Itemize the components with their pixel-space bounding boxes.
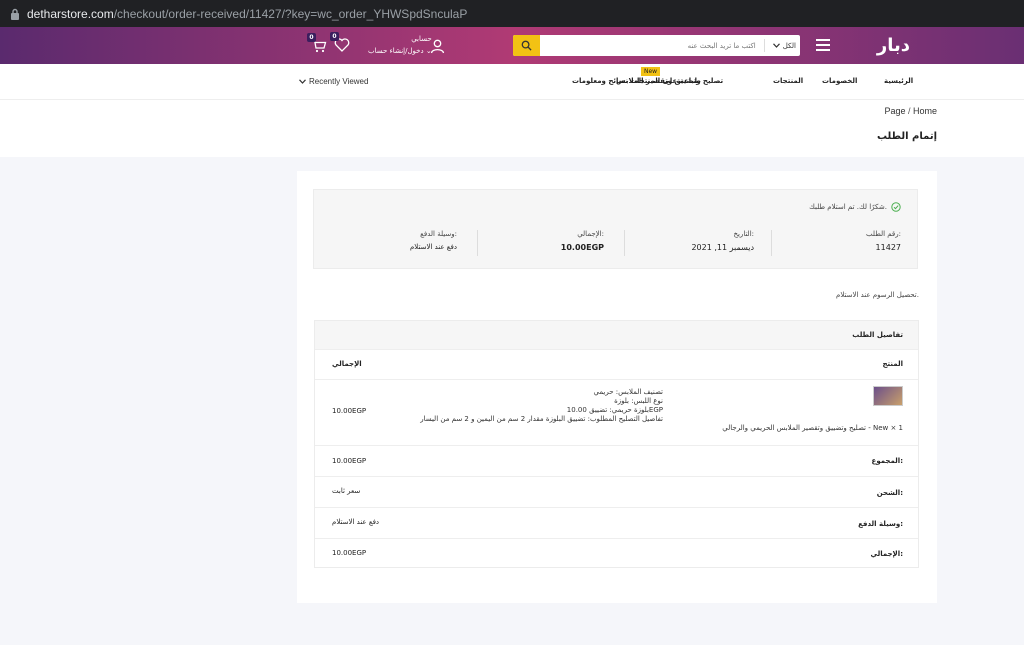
wishlist-button[interactable]: 0 bbox=[330, 32, 350, 56]
shipping-value: سعر ثابت bbox=[332, 487, 361, 495]
nav-item-printing[interactable]: طباعة على المنتجات bbox=[630, 77, 701, 85]
wishlist-count-badge: 0 bbox=[330, 32, 339, 41]
order-date: التاريخ: ديسمبر 11, 2021 bbox=[691, 230, 754, 252]
chevron-down-icon bbox=[772, 43, 780, 48]
product-line-total: 10.00EGP bbox=[332, 407, 367, 415]
shipping-label: الشحن: bbox=[876, 489, 903, 497]
search-bar: الكل bbox=[513, 35, 800, 56]
url-text: detharstore.com/checkout/order-received/… bbox=[27, 6, 468, 21]
grand-total-value: 10.00EGP bbox=[332, 549, 367, 557]
grand-total-label: الإجمالي: bbox=[870, 550, 903, 558]
search-input[interactable] bbox=[540, 35, 764, 56]
nav-item-home[interactable]: الرئيسية bbox=[884, 77, 913, 85]
thanks-message: شكرًا لك. تم استلام طلبك. bbox=[809, 202, 901, 212]
breadcrumb-home[interactable]: Home bbox=[913, 106, 937, 116]
order-details-heading: تفاصيل الطلب bbox=[315, 321, 918, 349]
site-logo[interactable]: دبار bbox=[877, 35, 910, 56]
site-header: دبار الكل حسابي دخول/إنشاء حساب ⌄ 0 bbox=[0, 27, 1024, 64]
column-header-total: الإجمالي bbox=[332, 360, 362, 368]
payment-note: تحصيل الرسوم عند الاستلام. bbox=[835, 291, 919, 299]
browser-url-bar[interactable]: detharstore.com/checkout/order-received/… bbox=[0, 0, 1024, 27]
order-received-card: شكرًا لك. تم استلام طلبك. رقم الطلب: 1142… bbox=[297, 171, 937, 603]
payment-label: وسيلة الدفع: bbox=[858, 520, 903, 528]
order-summary: شكرًا لك. تم استلام طلبك. رقم الطلب: 1142… bbox=[313, 189, 918, 269]
subtotal-row: المجموع: 10.00EGP bbox=[315, 445, 918, 476]
product-name-link[interactable]: تصليح وتضييق وتقصير الملابس الحريمي والر… bbox=[722, 424, 903, 432]
order-details-table: تفاصيل الطلب المنتج الإجمالي تصليح وتضيي… bbox=[314, 320, 919, 568]
search-button[interactable] bbox=[513, 35, 540, 56]
table-row: تصليح وتضييق وتقصير الملابس الحريمي والر… bbox=[315, 379, 918, 445]
nav-item-discounts[interactable]: الخصومات bbox=[822, 77, 857, 85]
divider bbox=[771, 230, 772, 256]
table-header-row: المنتج الإجمالي bbox=[315, 349, 918, 379]
page-header: Page / Home إتمام الطلب bbox=[0, 100, 1024, 157]
cart-count-badge: 0 bbox=[307, 33, 316, 42]
product-meta: تصنيف الملابس: حريمي نوع اللبس: بلوزة بل… bbox=[420, 388, 663, 423]
nav-item-tips[interactable]: نصائح ومعلومات bbox=[572, 77, 628, 85]
product-thumbnail[interactable] bbox=[873, 386, 903, 406]
lock-icon bbox=[11, 8, 19, 20]
breadcrumb: Page / Home bbox=[884, 106, 937, 116]
order-number: رقم الطلب: 11427 bbox=[866, 230, 901, 252]
hamburger-menu-icon[interactable] bbox=[816, 39, 830, 51]
chevron-down-icon bbox=[299, 79, 306, 84]
main-nav: الرئيسية الخصومات المنتجات تصليح وتضييق … bbox=[0, 64, 1024, 100]
user-icon[interactable] bbox=[430, 39, 445, 54]
divider bbox=[624, 230, 625, 256]
recently-viewed-dropdown[interactable]: Recently Viewed bbox=[299, 77, 368, 86]
column-header-product: المنتج bbox=[882, 360, 903, 368]
nav-item-products[interactable]: المنتجات bbox=[773, 77, 803, 85]
new-badge: New bbox=[641, 67, 661, 76]
breadcrumb-page[interactable]: Page bbox=[884, 106, 905, 116]
payment-row: وسيلة الدفع: دفع عند الاستلام bbox=[315, 507, 918, 538]
order-total: الإجمالي: 10.00EGP bbox=[560, 230, 604, 252]
check-circle-icon bbox=[891, 202, 901, 212]
search-category-select[interactable]: الكل bbox=[763, 39, 800, 52]
subtotal-label: المجموع: bbox=[871, 457, 903, 465]
subtotal-value: 10.00EGP bbox=[332, 457, 367, 465]
search-icon bbox=[521, 40, 532, 51]
shipping-row: الشحن: سعر ثابت bbox=[315, 476, 918, 507]
payment-value: دفع عند الاستلام bbox=[332, 518, 380, 526]
order-payment-method: وسيلة الدفع: دفع عند الاستلام bbox=[409, 230, 457, 251]
divider bbox=[477, 230, 478, 256]
cart-button[interactable]: 0 bbox=[307, 33, 327, 57]
page-title: إتمام الطلب bbox=[876, 131, 937, 142]
account-link[interactable]: حسابي دخول/إنشاء حساب ⌄ bbox=[368, 33, 432, 57]
grand-total-row: الإجمالي: 10.00EGP bbox=[315, 538, 918, 568]
